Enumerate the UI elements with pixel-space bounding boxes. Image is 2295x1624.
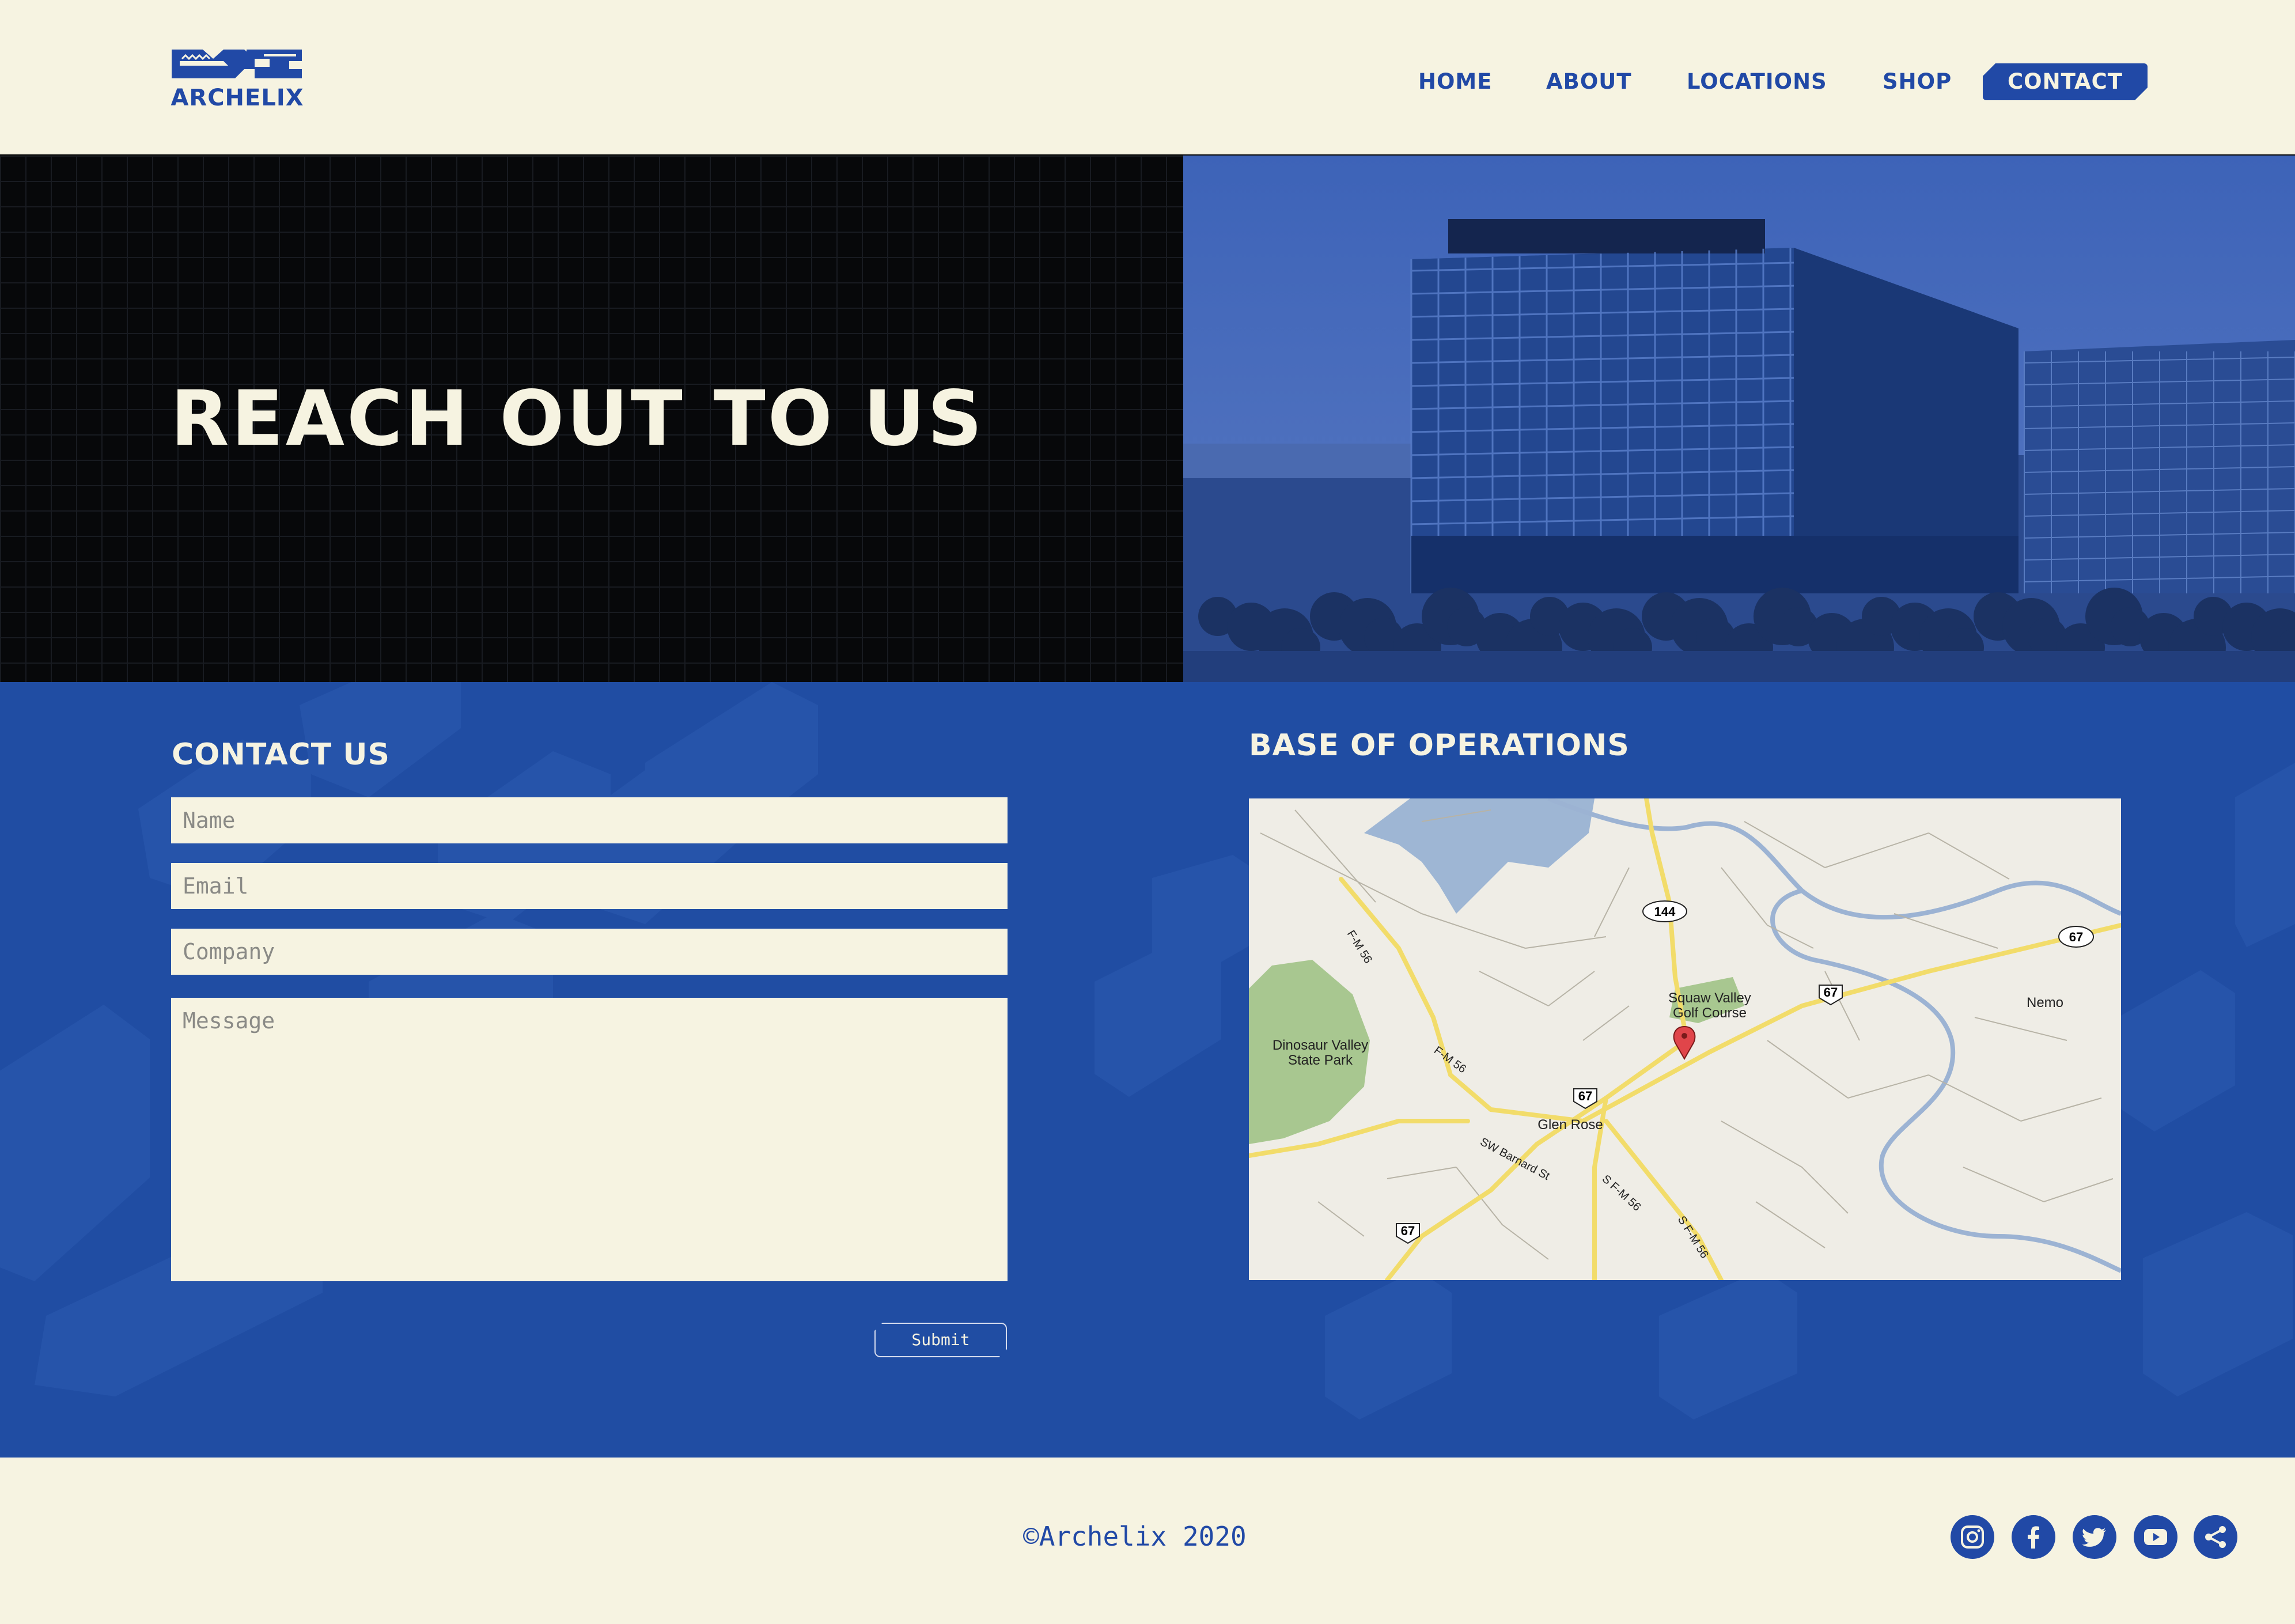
facebook-icon[interactable] [2012, 1515, 2055, 1559]
youtube-icon[interactable] [2134, 1515, 2177, 1559]
nav-shop[interactable]: SHOP [1883, 63, 1952, 100]
place-label-nemo: Nemo [2027, 995, 2063, 1010]
road-67-label-center: 67 [1824, 985, 1838, 1000]
base-heading: BASE OF OPERATIONS [1249, 728, 1630, 763]
road-67-label-east: 67 [2069, 930, 2083, 944]
submit-button[interactable]: Submit [874, 1323, 1007, 1357]
nav-locations[interactable]: LOCATIONS [1687, 63, 1827, 100]
nav-home[interactable]: HOME [1418, 63, 1493, 100]
message-textarea[interactable] [171, 998, 1008, 1281]
site-header: ARCHELIX HOME ABOUT LOCATIONS SHOP CONTA… [0, 0, 2295, 156]
twitter-icon[interactable] [2073, 1515, 2116, 1559]
place-label-state-park: State Park [1288, 1053, 1353, 1068]
company-input[interactable] [171, 929, 1008, 975]
road-67-label-west: 67 [1578, 1089, 1592, 1103]
nav-contact[interactable]: CONTACT [1983, 63, 2148, 100]
nav-about[interactable]: ABOUT [1546, 63, 1632, 100]
name-input[interactable] [171, 797, 1008, 843]
share-icon[interactable] [2194, 1515, 2237, 1559]
place-label-golf-course: Golf Course [1673, 1005, 1747, 1021]
road-144-label: 144 [1654, 904, 1676, 919]
place-label-glen-rose: Glen Rose [1537, 1117, 1603, 1133]
road-67-label-south: 67 [1401, 1224, 1415, 1238]
place-label-squaw-valley: Squaw Valley [1668, 990, 1751, 1006]
contact-heading: CONTACT US [172, 737, 390, 772]
instagram-icon[interactable] [1951, 1515, 1994, 1559]
copyright-text: ©Archelix 2020 [1023, 1521, 1247, 1552]
hero-title: REACH OUT TO US [171, 374, 985, 463]
hero-grid-panel: REACH OUT TO US [0, 156, 1183, 682]
place-label-dinosaur-valley: Dinosaur Valley [1273, 1038, 1368, 1053]
hero-building-image [1183, 156, 2295, 682]
site-footer: ©Archelix 2020 [0, 1458, 2295, 1624]
main-nav: HOME ABOUT LOCATIONS SHOP CONTACT [0, 63, 2295, 104]
contact-section: CONTACT US Submit BASE OF OPERATIONS [0, 682, 2295, 1458]
location-map[interactable]: 144 67 67 67 67 F-M 56 F-M 56 SW Barnard… [1249, 798, 2121, 1280]
email-input[interactable] [171, 863, 1008, 909]
